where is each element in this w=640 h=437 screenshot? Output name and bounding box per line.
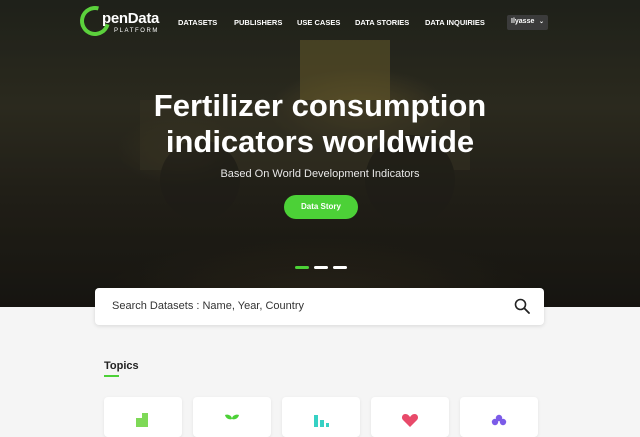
carousel-dot-3[interactable] bbox=[333, 266, 347, 269]
chart-icon bbox=[314, 415, 329, 427]
community-icon bbox=[491, 414, 507, 426]
topics-underline bbox=[104, 375, 119, 377]
topic-card-community[interactable] bbox=[460, 397, 538, 437]
nav-use-cases[interactable]: USE CASES bbox=[297, 18, 340, 27]
nav-publishers[interactable]: PUBLISHERS bbox=[234, 18, 282, 27]
user-name: Ilyasse bbox=[511, 18, 535, 25]
search-icon[interactable] bbox=[514, 298, 530, 314]
chevron-down-icon: ⌄ bbox=[538, 19, 544, 25]
data-story-button[interactable]: Data Story bbox=[284, 195, 358, 219]
topics-heading: Topics bbox=[104, 360, 139, 372]
carousel-dot-1[interactable] bbox=[295, 266, 309, 269]
dataset-search-bar[interactable]: Search Datasets : Name, Year, Country bbox=[95, 288, 544, 325]
nav-data-inquiries[interactable]: DATA INQUIRIES bbox=[425, 18, 485, 27]
topic-card-agriculture[interactable] bbox=[104, 397, 182, 437]
topic-card-environment[interactable] bbox=[193, 397, 271, 437]
hero-title: Fertilizer consumption indicators worldw… bbox=[153, 88, 487, 159]
hero-subtitle: Based On World Development Indicators bbox=[220, 168, 420, 180]
agriculture-icon bbox=[136, 413, 148, 427]
carousel-dot-2[interactable] bbox=[314, 266, 328, 269]
topic-card-health[interactable] bbox=[371, 397, 449, 437]
topic-card-statistics[interactable] bbox=[282, 397, 360, 437]
search-input[interactable]: Search Datasets : Name, Year, Country bbox=[112, 300, 304, 312]
nav-datasets[interactable]: DATASETS bbox=[178, 18, 217, 27]
hero-banner: penData PLATFORM DATASETS PUBLISHERS USE… bbox=[0, 0, 640, 307]
plant-icon bbox=[225, 414, 239, 427]
health-icon bbox=[401, 414, 419, 427]
nav-data-stories[interactable]: DATA STORIES bbox=[355, 18, 409, 27]
user-menu[interactable]: Ilyasse ⌄ bbox=[507, 15, 548, 30]
